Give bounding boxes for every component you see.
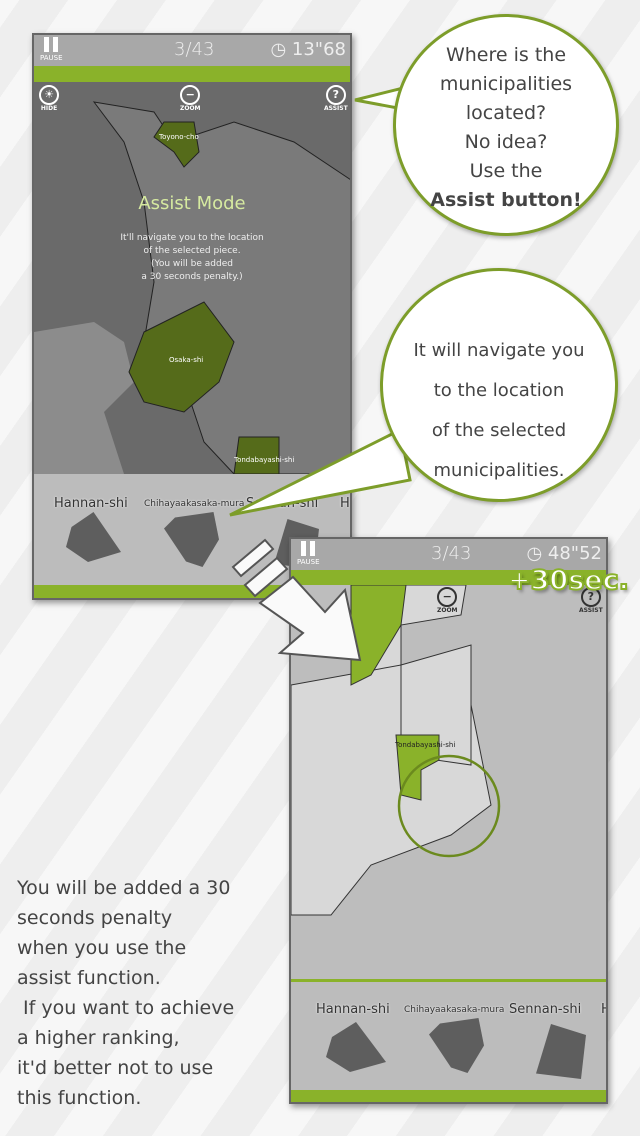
zoom-out-icon: − [437, 587, 458, 607]
piece-name: Sennan-shi [509, 1002, 582, 1017]
hide-button[interactable]: ☀ HIDE [39, 85, 59, 112]
map-label: Osaka-shi [169, 356, 203, 364]
piece-chihayaakasaka-mura[interactable] [164, 512, 219, 567]
assist-label: ASSIST [579, 607, 603, 614]
caption-text: You will be added a 30 seconds penalty w… [17, 877, 235, 1109]
zoom-button[interactable]: − ZOOM [180, 85, 201, 112]
bottom-bar [291, 1090, 606, 1102]
progress-bar [34, 66, 350, 82]
clock-icon: ◷ [270, 39, 287, 60]
bubble-text: municipalities [439, 73, 573, 95]
piece-hannan-shi[interactable] [326, 1022, 386, 1072]
bay-area [34, 322, 134, 474]
pause-button[interactable]: PAUSE [40, 37, 63, 62]
overlay-text: (You will be added [151, 259, 233, 269]
arrow-icon [231, 538, 362, 662]
piece-name: H [601, 1002, 606, 1017]
pause-label: PAUSE [40, 54, 63, 62]
piece-name: Hannan-shi [54, 496, 128, 511]
piece-name: Hannan-shi [316, 1002, 390, 1017]
bubble-text: of the selected [431, 420, 567, 441]
bubble-text-bold: Assist button! [430, 189, 582, 211]
timer-value: 13"68 [291, 39, 346, 60]
municipalities [92, 101, 350, 474]
overlay-text: of the selected piece. [143, 246, 241, 256]
piece-counter: 3/43 [174, 39, 215, 60]
piece-counter: 3/43 [431, 543, 472, 564]
zoom-label: ZOOM [180, 105, 201, 112]
piece-tray[interactable]: Hannan-shi Chihayaakasaka-mura Sennan-sh… [291, 979, 606, 1090]
speech-bubble-1: Where is the municipalities located? No … [393, 14, 619, 236]
speech-bubble-2: It will navigate you to the location of … [380, 268, 618, 502]
bubble-text: to the location [433, 380, 565, 401]
bubble-text: located? [465, 102, 547, 124]
zoom-out-icon: − [180, 85, 201, 105]
timer: ◷ 48"52 [526, 543, 602, 564]
timer-value: 48"52 [547, 543, 602, 564]
bubble-text: Where is the [445, 44, 567, 66]
piece-chihayaakasaka-mura[interactable] [429, 1018, 484, 1073]
piece-hannan-shi[interactable] [66, 512, 121, 562]
clock-icon: ◷ [526, 543, 543, 564]
overlay-text: It'll navigate you to the location [120, 233, 264, 243]
bubble-text: municipalities. [433, 460, 565, 481]
header: PAUSE 3/43 ◷ 13"68 [34, 35, 350, 66]
map-label: Tondabayashi-shi [394, 741, 455, 749]
overlay-text: a 30 seconds penalty.) [141, 272, 243, 282]
piece-name: Chihayaakasaka-mura [404, 1005, 505, 1015]
map-label: Toyono-cho [158, 133, 199, 141]
zoom-button[interactable]: − ZOOM [437, 587, 458, 614]
bubble-text: No idea? [464, 131, 548, 153]
zoom-label: ZOOM [437, 607, 458, 614]
assist-overlay: Assist Mode It'll navigate you to the lo… [34, 193, 350, 284]
timer: ◷ 13"68 [270, 39, 346, 60]
sun-icon: ☀ [39, 85, 59, 105]
penalty-text: +30sec. [507, 564, 630, 597]
hide-label: HIDE [40, 105, 58, 112]
bubble-text: Use the [469, 160, 543, 182]
overlay-title: Assist Mode [138, 193, 246, 214]
bubble-text: It will navigate you [413, 340, 585, 361]
piece-sennan-shi[interactable] [536, 1024, 586, 1079]
